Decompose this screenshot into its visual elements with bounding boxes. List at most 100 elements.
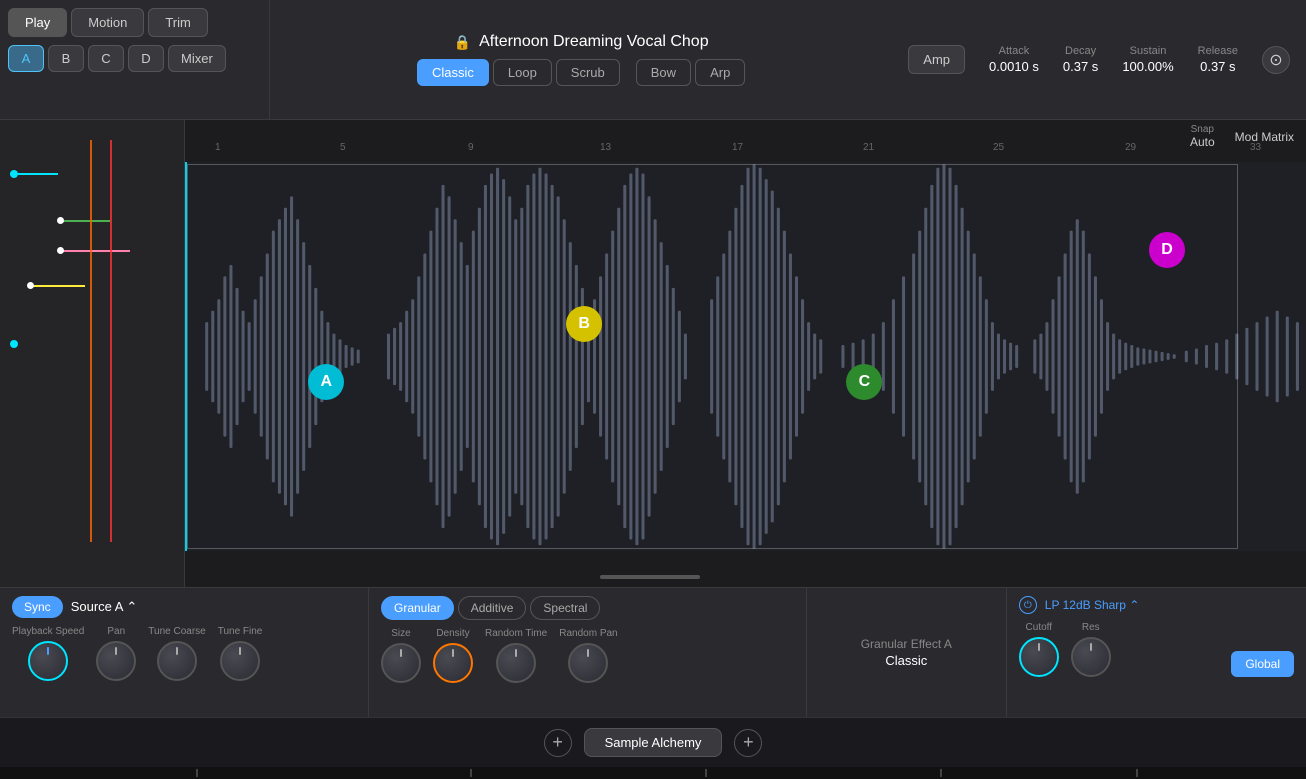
decay-param: Decay 0.37 s <box>1063 45 1098 74</box>
cutoff-group: Cutoff <box>1019 622 1059 677</box>
granular-tabs: Granular Additive Spectral <box>381 596 794 620</box>
sustain-param: Sustain 100.00% <box>1122 45 1173 74</box>
resize-handle-2[interactable] <box>470 769 472 777</box>
tune-coarse-group: Tune Coarse <box>148 626 205 681</box>
res-knob[interactable] <box>1071 637 1111 677</box>
density-group: Density <box>433 628 473 683</box>
sample-alchemy-tab[interactable]: Sample Alchemy <box>584 728 723 757</box>
sustain-value[interactable]: 100.00% <box>1122 59 1173 74</box>
spectral-tab[interactable]: Spectral <box>530 596 600 620</box>
pad-buttons: A B C D Mixer <box>0 41 269 76</box>
main-container: Play Motion Trim A B C D Mixer 🔒 Afterno… <box>0 0 1306 779</box>
bottom-tab-bar: + Sample Alchemy + <box>0 717 1306 767</box>
sync-button[interactable]: Sync <box>12 596 63 618</box>
ruler-1: 1 <box>215 142 221 153</box>
random-pan-group: Random Pan <box>559 628 617 683</box>
source-knobs-row: Playback Speed Pan Tune Coarse Tune Fine <box>12 626 356 681</box>
snap-value[interactable]: Auto <box>1190 135 1215 149</box>
decay-value[interactable]: 0.37 s <box>1063 59 1098 74</box>
yellow-line <box>30 285 85 287</box>
scrub-tab[interactable]: Scrub <box>556 59 620 86</box>
ruler-5: 5 <box>340 142 346 153</box>
top-bar: Play Motion Trim A B C D Mixer 🔒 Afterno… <box>0 0 1306 120</box>
resize-handle-3[interactable] <box>705 769 707 777</box>
play-motion-tabs: Play Motion Trim <box>0 0 269 41</box>
filter-name[interactable]: LP 12dB Sharp ⌃ <box>1045 598 1140 612</box>
filter-section: ⏻ LP 12dB Sharp ⌃ Cutoff Res Global <box>1007 588 1306 717</box>
bottom-controls: Sync Source A ⌃ Playback Speed Pan Tune … <box>0 587 1306 717</box>
release-label: Release <box>1198 45 1238 57</box>
playback-tabs: Classic Loop Scrub Bow Arp <box>417 59 745 86</box>
size-label: Size <box>391 628 410 639</box>
attack-value[interactable]: 0.0010 s <box>989 59 1039 74</box>
cutoff-knob[interactable] <box>1019 637 1059 677</box>
res-label: Res <box>1082 622 1100 633</box>
pad-b-button[interactable]: B <box>48 45 84 72</box>
attack-label: Attack <box>999 45 1030 57</box>
loop-tab[interactable]: Loop <box>493 59 552 86</box>
motion-tab[interactable]: Motion <box>71 8 144 37</box>
waveform-top-controls: Snap Auto Mod Matrix <box>1190 124 1294 149</box>
attack-param: Attack 0.0010 s <box>989 45 1039 74</box>
waveform-display: A B C D <box>185 162 1306 551</box>
marker-d[interactable]: D <box>1149 232 1185 268</box>
pad-c-button[interactable]: C <box>88 45 124 72</box>
playback-speed-label: Playback Speed <box>12 626 84 637</box>
source-select[interactable]: Source A ⌃ <box>71 599 138 615</box>
amp-button[interactable]: Amp <box>908 45 965 74</box>
size-knob[interactable] <box>381 643 421 683</box>
random-time-label: Random Time <box>485 628 547 639</box>
density-knob[interactable] <box>433 643 473 683</box>
snap-label: Snap <box>1191 124 1214 135</box>
scrollbar[interactable] <box>600 575 700 579</box>
filter-knobs-row: Cutoff Res Global <box>1019 622 1294 677</box>
release-value[interactable]: 0.37 s <box>1200 59 1235 74</box>
resize-handle-4[interactable] <box>940 769 942 777</box>
trim-tab[interactable]: Trim <box>148 8 208 37</box>
power-button[interactable]: ⏻ <box>1019 596 1037 614</box>
add-tab-left-button[interactable]: + <box>544 729 572 757</box>
mixer-button[interactable]: Mixer <box>168 45 226 72</box>
granular-tab[interactable]: Granular <box>381 596 454 620</box>
orange-vline <box>90 140 92 542</box>
playback-speed-knob[interactable] <box>28 641 68 681</box>
play-tab[interactable]: Play <box>8 8 67 37</box>
cyan-line-a <box>18 173 58 175</box>
pad-d-button[interactable]: D <box>128 45 164 72</box>
ruler-13: 13 <box>600 142 611 153</box>
effect-title: Granular Effect A <box>861 637 952 651</box>
bow-tab[interactable]: Bow <box>636 59 691 86</box>
sample-title: 🔒 Afternoon Dreaming Vocal Chop <box>454 33 709 51</box>
tune-fine-group: Tune Fine <box>218 626 263 681</box>
red-vline <box>110 140 112 542</box>
additive-tab[interactable]: Additive <box>458 596 527 620</box>
add-tab-right-button[interactable]: + <box>734 729 762 757</box>
global-button[interactable]: Global <box>1231 651 1294 677</box>
pan-knob[interactable] <box>96 641 136 681</box>
mod-matrix-button[interactable]: Mod Matrix <box>1235 130 1294 144</box>
resize-handle-5[interactable] <box>1136 769 1138 777</box>
pink-dot <box>57 247 64 254</box>
arp-tab[interactable]: Arp <box>695 59 745 86</box>
classic-tab[interactable]: Classic <box>417 59 489 86</box>
cyan-dot <box>10 170 18 178</box>
size-group: Size <box>381 628 421 683</box>
options-button[interactable]: ⊙ <box>1262 46 1290 74</box>
marker-b[interactable]: B <box>566 306 602 342</box>
random-pan-knob[interactable] <box>568 643 608 683</box>
decay-label: Decay <box>1065 45 1096 57</box>
ruler-21: 21 <box>863 142 874 153</box>
tune-coarse-knob[interactable] <box>157 641 197 681</box>
left-panel <box>0 120 185 587</box>
sustain-label: Sustain <box>1130 45 1167 57</box>
tune-fine-knob[interactable] <box>220 641 260 681</box>
green-dot <box>57 217 64 224</box>
effect-name: Classic <box>885 653 927 668</box>
random-time-knob[interactable] <box>496 643 536 683</box>
lock-icon: 🔒 <box>454 34 471 51</box>
res-group: Res <box>1071 622 1111 677</box>
resize-handle-1[interactable] <box>196 769 198 777</box>
pad-a-button[interactable]: A <box>8 45 44 72</box>
green-line <box>60 220 110 222</box>
effect-section: Granular Effect A Classic <box>807 588 1007 717</box>
